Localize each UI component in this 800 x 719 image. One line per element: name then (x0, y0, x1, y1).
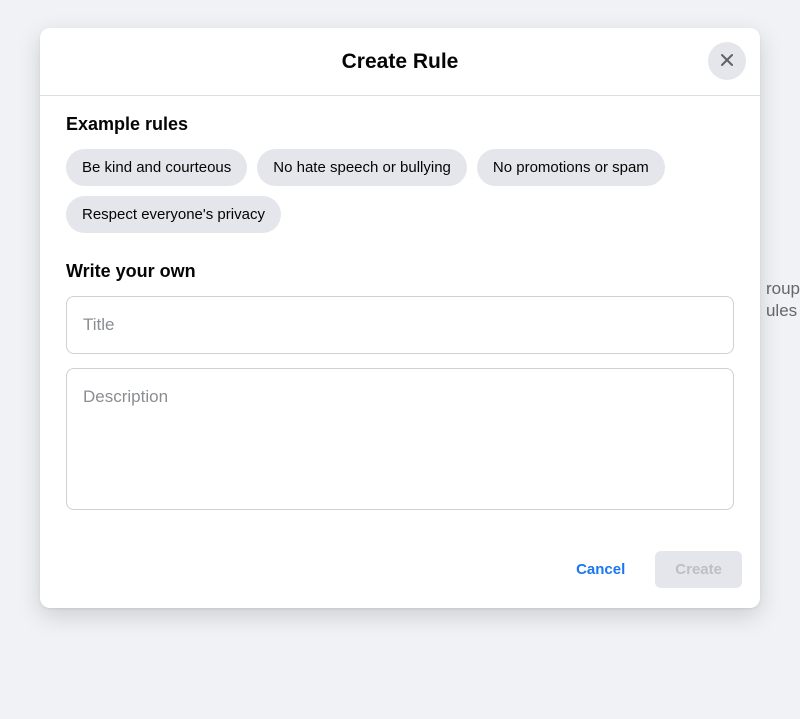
create-rule-modal: Create Rule Example rules Be kind and co… (40, 28, 760, 608)
example-rule-chip[interactable]: Respect everyone's privacy (66, 196, 281, 233)
example-rules-chips: Be kind and courteous No hate speech or … (66, 149, 734, 233)
modal-title: Create Rule (342, 50, 459, 74)
modal-body: Example rules Be kind and courteous No h… (40, 96, 760, 537)
backdrop-partial-text: roup ules (766, 278, 800, 322)
write-your-own-heading: Write your own (66, 261, 734, 282)
create-button[interactable]: Create (655, 551, 742, 588)
example-rule-chip[interactable]: No hate speech or bullying (257, 149, 467, 186)
example-rules-heading: Example rules (66, 114, 734, 135)
example-rule-chip[interactable]: Be kind and courteous (66, 149, 247, 186)
rule-title-input[interactable] (66, 296, 734, 354)
close-icon (717, 50, 737, 73)
modal-header: Create Rule (40, 28, 760, 96)
example-rule-chip[interactable]: No promotions or spam (477, 149, 665, 186)
rule-description-input[interactable] (66, 368, 734, 510)
cancel-button[interactable]: Cancel (556, 551, 645, 588)
modal-footer: Cancel Create (40, 537, 760, 608)
close-button[interactable] (708, 42, 746, 80)
